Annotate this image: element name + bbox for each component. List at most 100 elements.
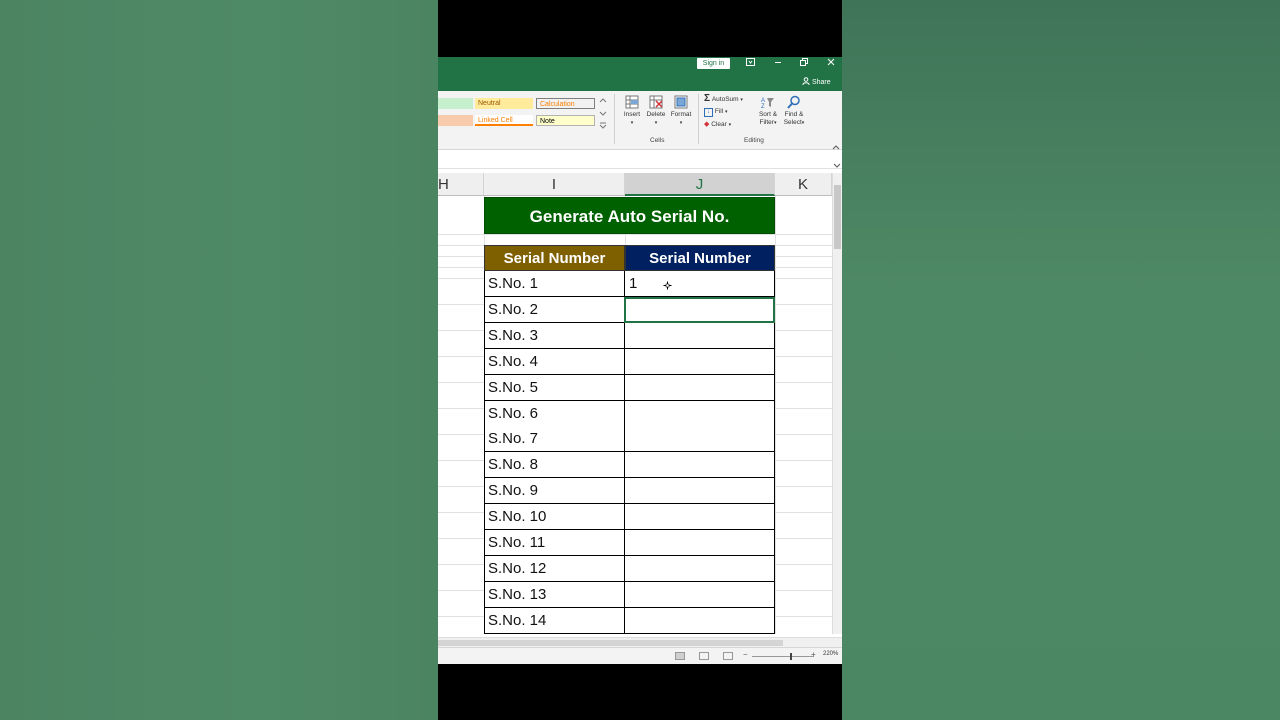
cell-serial-label[interactable]: S.No. 13 [484, 581, 625, 608]
svg-text:Z: Z [761, 104, 765, 109]
cell-serial-number[interactable]: 1 [624, 271, 775, 297]
page-layout-view-icon[interactable] [699, 652, 709, 660]
horizontal-scroll-thumb[interactable] [438, 640, 783, 646]
cell-serial-number[interactable] [624, 607, 775, 634]
table-row: S.No. 13 [484, 581, 775, 608]
table-row: S.No. 8 [484, 452, 775, 479]
cell-serial-label[interactable]: S.No. 10 [484, 504, 625, 531]
cell-serial-label[interactable]: S.No. 2 [484, 296, 625, 323]
delete-cells-icon [649, 95, 663, 109]
zoom-slider[interactable] [752, 653, 814, 660]
sort-filter-label-1: Sort & [758, 111, 778, 118]
cell-serial-number[interactable] [624, 426, 775, 453]
banner-title[interactable]: Generate Auto Serial No. [484, 197, 775, 234]
normal-view-icon[interactable] [675, 652, 685, 660]
zoom-level[interactable]: 220% [823, 651, 838, 657]
share-label: Share [811, 79, 831, 86]
clear-button[interactable]: ◆ Clear ▾ [704, 121, 731, 129]
delete-label: Delete [646, 111, 666, 118]
cell-style-calculation[interactable]: Calculation [536, 98, 595, 109]
close-icon[interactable] [824, 58, 838, 69]
zoom-slider-handle[interactable] [790, 653, 792, 660]
sigma-icon: Σ [704, 93, 711, 104]
delete-button[interactable]: Delete ▾ [644, 95, 668, 127]
sign-in-button[interactable]: Sign in [697, 58, 730, 69]
cell-style-note[interactable]: Note [536, 115, 595, 126]
table-row: S.No. 6 [484, 400, 775, 427]
cell-style-linked-cell[interactable]: Linked Cell [475, 115, 533, 126]
vertical-scrollbar[interactable] [832, 173, 842, 634]
cell-serial-number[interactable] [624, 452, 775, 479]
table-row: S.No. 3 [484, 322, 775, 349]
cell-serial-label[interactable]: S.No. 1 [484, 271, 625, 297]
fill-label: Fill [714, 108, 724, 115]
insert-button[interactable]: Insert ▾ [620, 95, 644, 127]
cell-serial-label[interactable]: S.No. 5 [484, 374, 625, 401]
active-cell-selection[interactable] [624, 297, 775, 323]
minimize-icon[interactable] [771, 58, 785, 69]
cell-serial-label[interactable]: S.No. 3 [484, 322, 625, 349]
cell-serial-number[interactable] [624, 555, 775, 582]
cell-style-accent[interactable] [438, 115, 473, 126]
cell-serial-number[interactable] [624, 322, 775, 349]
vertical-scroll-thumb[interactable] [834, 185, 841, 249]
cell-serial-label[interactable]: S.No. 12 [484, 555, 625, 582]
insert-cells-icon [625, 95, 639, 109]
page-break-view-icon[interactable] [723, 652, 733, 660]
insert-label: Insert [623, 111, 641, 118]
cell-serial-number[interactable] [624, 348, 775, 375]
expand-formula-bar-icon[interactable] [833, 156, 841, 174]
cell-serial-number[interactable] [624, 374, 775, 401]
column-header-j[interactable]: J [625, 173, 775, 196]
ribbon-display-icon[interactable] [743, 58, 757, 69]
status-bar: − + 220% [438, 647, 842, 664]
styles-gallery-scroll[interactable] [598, 96, 608, 130]
table-row: S.No. 14 [484, 607, 775, 634]
cell-serial-label[interactable]: S.No. 8 [484, 452, 625, 479]
eraser-icon: ◆ [704, 121, 710, 128]
formula-bar[interactable] [438, 150, 842, 169]
cell-serial-number[interactable] [624, 400, 775, 427]
title-bar: Sign in Share [438, 57, 842, 91]
sort-filter-icon: AZ [761, 98, 774, 109]
find-select-button[interactable]: Find & Select▾ [780, 95, 808, 127]
cell-serial-number[interactable] [624, 530, 775, 556]
sort-filter-label-2: Filter [759, 119, 774, 126]
cell-serial-number[interactable] [624, 478, 775, 505]
column-header-i[interactable]: I [484, 173, 625, 196]
zoom-in-icon[interactable]: + [811, 651, 816, 659]
header-serial-number-i[interactable]: Serial Number [484, 245, 625, 271]
worksheet-grid[interactable]: Generate Auto Serial No. Serial Number S… [438, 196, 832, 634]
cursor-crosshair-icon [663, 281, 672, 290]
cell-serial-label[interactable]: S.No. 9 [484, 478, 625, 505]
restore-icon[interactable] [797, 58, 811, 69]
background-left [0, 0, 438, 720]
table-row: S.No. 5 [484, 374, 775, 401]
autosum-button[interactable]: Σ AutoSum ▾ [704, 93, 743, 104]
sort-filter-button[interactable]: AZ Sort & Filter▾ [756, 95, 780, 127]
table-row: S.No. 11 [484, 271, 775, 297]
cell-serial-label[interactable]: S.No. 11 [484, 530, 625, 556]
ribbon-separator [698, 94, 699, 144]
format-button[interactable]: Format ▾ [668, 95, 694, 127]
ribbon: Neutral Calculation Linked Cell Note Ins… [438, 91, 842, 150]
table-row: S.No. 9 [484, 478, 775, 505]
cell-serial-label[interactable]: S.No. 4 [484, 348, 625, 375]
column-header-k[interactable]: K [775, 173, 832, 196]
cell-serial-number[interactable] [624, 581, 775, 608]
table-row: S.No. 12 [484, 555, 775, 582]
header-serial-number-j[interactable]: Serial Number [625, 245, 775, 271]
cell-serial-label[interactable]: S.No. 14 [484, 607, 625, 634]
cell-style-neutral[interactable]: Neutral [475, 98, 533, 109]
cell-serial-label[interactable]: S.No. 6 [484, 400, 625, 427]
cells-group-label: Cells [650, 137, 665, 144]
share-button[interactable]: Share [802, 77, 831, 88]
cell-serial-label[interactable]: S.No. 7 [484, 426, 625, 453]
person-icon [802, 77, 810, 86]
cell-serial-number[interactable] [624, 504, 775, 531]
find-select-label-1: Find & [784, 111, 804, 118]
column-header-h[interactable]: H [438, 173, 484, 196]
fill-button[interactable]: ↓ Fill ▾ [704, 108, 727, 117]
cell-style-good[interactable] [438, 98, 473, 109]
zoom-out-icon[interactable]: − [743, 651, 748, 659]
